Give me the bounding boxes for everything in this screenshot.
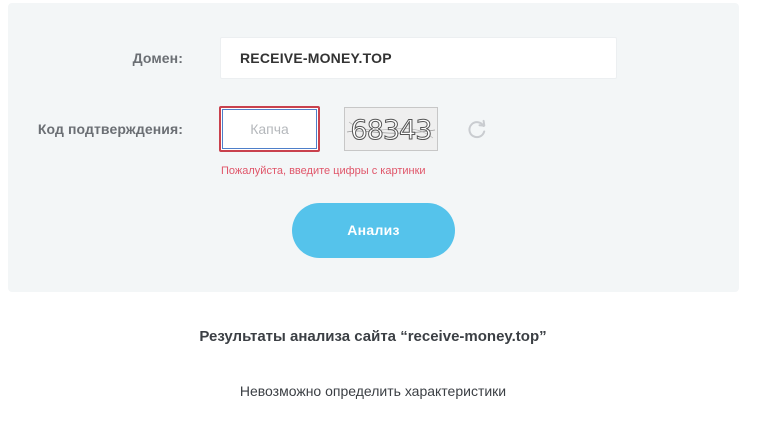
captcha-label: Код подтверждения: <box>37 121 183 137</box>
analyze-button[interactable]: Анализ <box>292 203 455 258</box>
captcha-error-message: Пожалуйста, введите цифры с картинки <box>221 165 426 177</box>
captcha-input[interactable]: Капча <box>219 106 320 152</box>
domain-input[interactable]: RECEIVE-MONEY.TOP <box>220 37 617 79</box>
domain-label: Домен: <box>132 50 183 66</box>
refresh-icon[interactable] <box>465 117 489 141</box>
captcha-image: 68343 <box>344 107 438 151</box>
results-title: Результаты анализа сайта “receive-money.… <box>199 328 547 345</box>
results-message: Невозможно определить характеристики <box>239 383 507 399</box>
page: Домен: RECEIVE-MONEY.TOP Код подтвержден… <box>0 0 773 435</box>
captcha-image-text: 68343 <box>351 115 432 146</box>
